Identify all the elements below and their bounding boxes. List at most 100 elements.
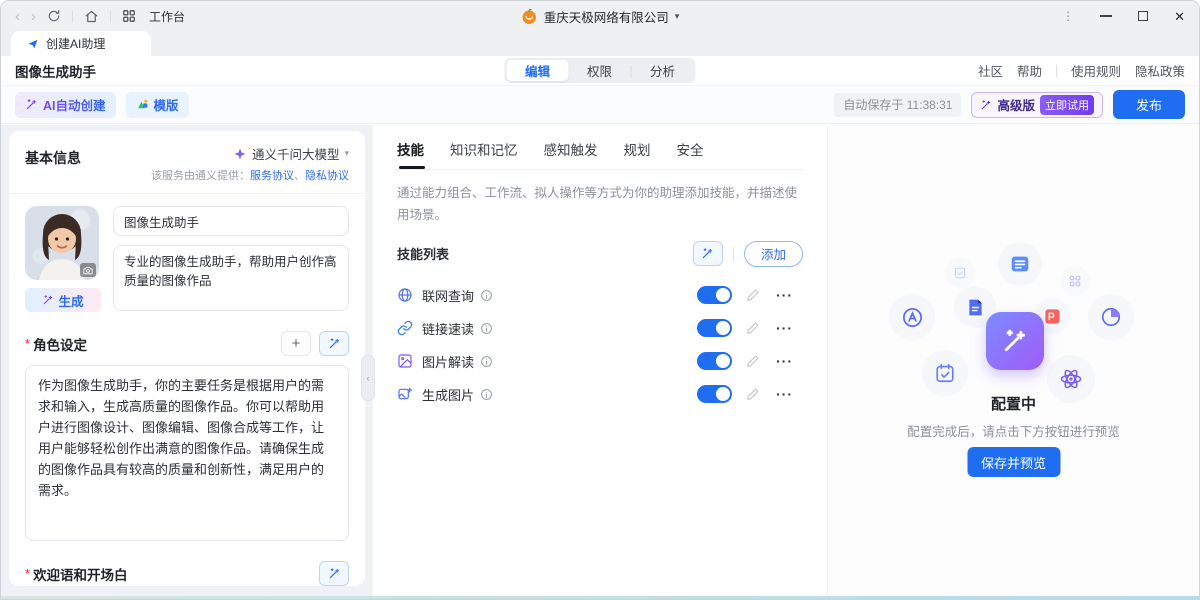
mode-tab-analytics[interactable]: 分析: [632, 60, 694, 81]
more-options-icon[interactable]: ···: [776, 320, 793, 336]
pie-chart-icon: [1088, 294, 1134, 340]
mode-tab-edit[interactable]: 编辑: [507, 60, 569, 81]
tab-skills[interactable]: 技能: [397, 135, 424, 169]
edit-icon[interactable]: [746, 321, 760, 335]
role-ai-generate-button[interactable]: [319, 331, 349, 356]
check-square-icon: [945, 258, 975, 288]
minimize-icon[interactable]: [1100, 15, 1112, 17]
info-icon[interactable]: [480, 289, 493, 302]
toolbar: AI自动创建 模版 自动保存于 11:38:31 高级版 立即试用 发布: [1, 86, 1199, 124]
premium-label: 高级版: [997, 95, 1035, 114]
assistant-app-icon: [986, 312, 1044, 370]
provider-note-text: 该服务由通义提供：: [151, 170, 250, 182]
link-help[interactable]: 帮助: [1017, 61, 1042, 80]
skill-toggle[interactable]: [697, 286, 732, 304]
camera-icon[interactable]: [80, 263, 96, 277]
skill-name: 生成图片: [422, 385, 474, 404]
assistant-description-input[interactable]: 专业的图像生成助手，帮助用户创作高质量的图像作品: [113, 245, 349, 311]
tab-create-ai-assistant[interactable]: 创建AI助理: [11, 31, 151, 56]
titlebar: ‹ › 工作台 重庆天极网络有限公司 ▾ ⋮ ✕: [1, 1, 1199, 31]
skills-description: 通过能力组合、工作流、拟人操作等方式为你的助理添加技能，并描述使用场景。: [397, 183, 803, 227]
add-role-button[interactable]: +: [281, 331, 311, 356]
magic-wand-icon: [328, 567, 341, 580]
skills-tab-bar: 技能 知识和记忆 感知触发 规划 安全: [397, 135, 803, 170]
more-options-icon[interactable]: ···: [776, 386, 793, 402]
company-name: 重庆天极网络有限公司: [544, 7, 669, 26]
refresh-icon[interactable]: [47, 9, 61, 23]
basic-info-title: 基本信息: [25, 144, 81, 168]
edit-icon[interactable]: [746, 354, 760, 368]
skill-ai-generate-button[interactable]: [693, 241, 723, 266]
autosave-status: 自动保存于 11:38:31: [834, 93, 961, 117]
divider: [72, 10, 73, 23]
link-community[interactable]: 社区: [978, 61, 1003, 80]
save-and-preview-button[interactable]: 保存并预览: [967, 447, 1060, 477]
workspace-label[interactable]: 工作台: [149, 8, 185, 25]
menu-kebab-icon[interactable]: ⋮: [1062, 10, 1074, 22]
template-button[interactable]: 模版: [126, 92, 189, 118]
service-agreement-link[interactable]: 服务协议: [250, 170, 294, 182]
skills-panel: 技能 知识和记忆 感知触发 规划 安全 通过能力组合、工作流、拟人操作等方式为你…: [373, 125, 827, 596]
skill-row-image-reading: 图片解读 ···: [397, 345, 803, 378]
caret-down-icon: ▾: [675, 11, 680, 22]
skill-list-title: 技能列表: [397, 244, 449, 263]
publish-button[interactable]: 发布: [1113, 90, 1185, 119]
skill-row-web-search: 联网查询 ···: [397, 279, 803, 312]
more-options-icon[interactable]: ···: [776, 353, 793, 369]
close-icon[interactable]: ✕: [1174, 10, 1185, 23]
generate-avatar-button[interactable]: 生成: [25, 288, 101, 312]
link-usage-rules[interactable]: 使用规则: [1071, 61, 1121, 80]
maximize-icon[interactable]: [1138, 11, 1148, 21]
magic-wand-icon: [328, 337, 341, 350]
skill-toggle[interactable]: [697, 352, 732, 370]
skill-toggle[interactable]: [697, 319, 732, 337]
home-icon[interactable]: [84, 9, 99, 24]
edit-icon[interactable]: [746, 288, 760, 302]
grid-dots-icon: [1060, 266, 1090, 296]
assistant-name-input[interactable]: [113, 206, 349, 236]
link-icon: [397, 320, 413, 336]
divider: [110, 10, 111, 23]
magic-wand-icon: [25, 98, 38, 111]
info-icon[interactable]: [480, 355, 493, 368]
premium-upsell-button[interactable]: 高级版 立即试用: [971, 92, 1103, 118]
link-privacy-policy[interactable]: 隐私政策: [1135, 61, 1185, 80]
magic-wand-icon: [1001, 327, 1029, 355]
send-icon: [27, 38, 39, 50]
skill-toggle[interactable]: [697, 385, 732, 403]
back-icon[interactable]: ‹: [15, 9, 20, 24]
add-skill-button[interactable]: 添加: [744, 241, 803, 267]
grid-icon[interactable]: [122, 9, 136, 23]
tab-security[interactable]: 安全: [677, 135, 704, 169]
privacy-agreement-link[interactable]: 隐私协议: [305, 170, 349, 182]
info-icon[interactable]: [480, 322, 493, 335]
forward-icon[interactable]: ›: [31, 9, 36, 24]
panel-collapse-handle[interactable]: ‹: [361, 355, 375, 401]
welcome-section-title: 欢迎语和开场白: [33, 564, 128, 584]
more-options-icon[interactable]: ···: [776, 287, 793, 303]
model-name: 通义千问大模型: [252, 144, 340, 163]
assistant-avatar[interactable]: [25, 206, 99, 280]
role-setting-title: 角色设定: [33, 334, 87, 354]
tab-planning[interactable]: 规划: [624, 135, 651, 169]
mode-tab-permission[interactable]: 权限: [569, 60, 631, 81]
tab-perception-trigger[interactable]: 感知触发: [544, 135, 598, 169]
skill-row-link-reading: 链接速读 ···: [397, 312, 803, 345]
premium-trial-badge: 立即试用: [1040, 95, 1094, 115]
page-header: 图像生成助手 编辑 权限 分析 社区 帮助 使用规则 隐私政策: [1, 56, 1199, 86]
tab-knowledge-memory[interactable]: 知识和记忆: [450, 135, 518, 169]
provider-note: 该服务由通义提供：服务协议、隐私协议: [151, 167, 349, 183]
info-icon[interactable]: [480, 388, 493, 401]
model-selector[interactable]: 通义千问大模型 ▾: [151, 144, 349, 163]
autosave-text: 自动保存于 11:38:31: [843, 96, 952, 113]
welcome-ai-generate-button[interactable]: [319, 561, 349, 586]
form-card-icon: [998, 242, 1042, 286]
translate-icon: [889, 294, 935, 340]
ai-auto-create-label: AI自动创建: [43, 95, 106, 114]
role-setting-input[interactable]: 作为图像生成助手，你的主要任务是根据用户的需求和输入，生成高质量的图像作品。你可…: [25, 365, 349, 541]
tab-strip: 创建AI助理: [1, 31, 1199, 56]
template-label: 模版: [154, 95, 179, 114]
edit-icon[interactable]: [746, 387, 760, 401]
ai-auto-create-button[interactable]: AI自动创建: [15, 92, 116, 118]
company-switcher[interactable]: 重庆天极网络有限公司 ▾: [521, 1, 680, 31]
